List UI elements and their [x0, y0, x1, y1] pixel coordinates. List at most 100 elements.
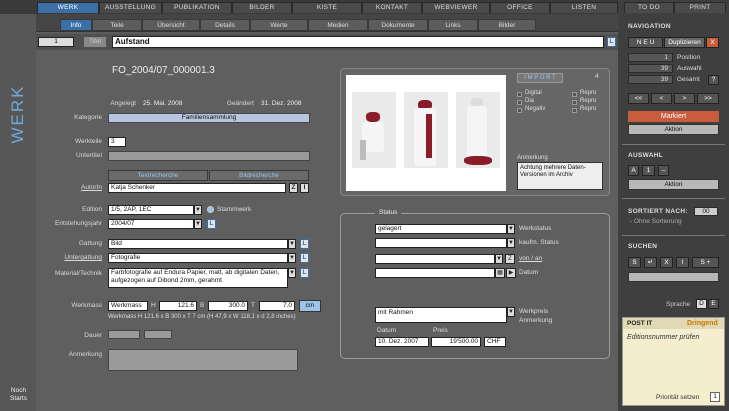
repro-3-checkbox[interactable]: [572, 108, 577, 113]
lang-d-button[interactable]: D: [696, 299, 707, 309]
auswahl-aktion-button[interactable]: Aktion: [628, 179, 719, 190]
search-input[interactable]: [628, 272, 719, 282]
preview-image[interactable]: [346, 75, 506, 191]
edition-field[interactable]: 1/5, 2AP, 1EC: [108, 205, 194, 215]
title-field[interactable]: Aufstand: [112, 36, 604, 48]
werkstatus-dropdown[interactable]: ▼: [507, 224, 515, 234]
calendar-icon[interactable]: ▦: [495, 268, 505, 278]
dauer-field-1[interactable]: [108, 330, 140, 339]
subtab-bilder[interactable]: Bilder: [478, 19, 536, 31]
search-x-button[interactable]: X: [660, 257, 673, 268]
go-arrow-icon[interactable]: ▶: [506, 268, 516, 278]
tab-listen[interactable]: LISTEN: [550, 2, 618, 13]
stammwerk-radio[interactable]: [207, 206, 214, 213]
entstehung-field[interactable]: 2004/07: [108, 219, 194, 229]
untergattung-dropdown[interactable]: ▼: [288, 253, 296, 263]
status-datum-field[interactable]: [375, 268, 495, 278]
search-i-button[interactable]: I: [676, 257, 689, 268]
tab-werk[interactable]: WERK: [37, 2, 99, 13]
kaufm-status-dropdown[interactable]: ▼: [507, 238, 515, 248]
import-button[interactable]: I M P O R T: [517, 73, 563, 83]
kaufm-status-field[interactable]: [375, 238, 507, 248]
werkmass-type-field[interactable]: Werkmass: [108, 301, 148, 311]
priority-field[interactable]: 1: [710, 392, 720, 402]
tab-print[interactable]: PRINT: [674, 2, 726, 13]
sort-field[interactable]: 00: [694, 207, 718, 216]
entstehung-lookup-button[interactable]: L: [207, 219, 216, 229]
auswahl-1-button[interactable]: 1: [642, 165, 655, 176]
entstehung-dropdown[interactable]: ▼: [194, 219, 202, 229]
gattung-dropdown[interactable]: ▼: [288, 239, 296, 249]
next-record-button[interactable]: >: [674, 93, 695, 104]
textrecherche-button[interactable]: Textrecherche: [108, 170, 208, 181]
material-lookup-button[interactable]: L: [300, 268, 309, 278]
untergattung-field[interactable]: Fotografie: [108, 253, 288, 263]
tab-kiste[interactable]: KISTE: [292, 2, 362, 13]
tab-bilder[interactable]: BILDER: [232, 2, 292, 13]
tab-ausstellung[interactable]: AUSSTELLUNG: [99, 2, 162, 13]
nav-aktion-button[interactable]: Aktion: [628, 124, 719, 135]
repro-2-checkbox[interactable]: [572, 100, 577, 105]
subtab-uebersicht[interactable]: Übersicht: [142, 19, 200, 31]
auswahl-a-button[interactable]: A: [628, 165, 639, 176]
markiert-toggle[interactable]: Markiert: [628, 111, 719, 122]
search-s-button[interactable]: S: [628, 257, 641, 268]
help-button[interactable]: ?: [708, 75, 719, 85]
werkstatus-field[interactable]: gelagert: [375, 224, 507, 234]
subtab-medien[interactable]: Medien: [308, 19, 368, 31]
subtab-links[interactable]: Links: [428, 19, 478, 31]
first-record-button[interactable]: <<: [628, 93, 649, 104]
werkteile-field[interactable]: 3: [108, 137, 126, 147]
untertitel-field[interactable]: [108, 151, 310, 161]
unit-button[interactable]: cm: [299, 300, 321, 312]
vonan-label[interactable]: von / an: [519, 255, 542, 262]
vonan-z-button[interactable]: Z: [505, 254, 515, 264]
autorin-field[interactable]: Katja Schenker: [108, 183, 286, 193]
post-it-text[interactable]: Editionsnummer prüfen: [627, 334, 722, 341]
record-number[interactable]: 1: [38, 37, 74, 47]
rahmen-dropdown[interactable]: ▼: [507, 307, 515, 317]
search-enter-button[interactable]: ↵: [644, 257, 657, 268]
gattung-field[interactable]: Bild: [108, 239, 288, 249]
currency-field[interactable]: CHF: [484, 337, 506, 347]
search-splus-button[interactable]: S +: [692, 257, 719, 268]
subtab-details[interactable]: Details: [200, 19, 250, 31]
gattung-lookup-button[interactable]: L: [300, 239, 309, 249]
prev-record-button[interactable]: <: [651, 93, 672, 104]
auswahl-minus-button[interactable]: –: [658, 165, 669, 176]
preis-datum-field[interactable]: 10. Dez. 2007: [375, 337, 429, 347]
vonan-dropdown[interactable]: ▼: [495, 254, 503, 264]
autorin-label[interactable]: AutorIn: [36, 184, 102, 191]
subtab-dokumente[interactable]: Dokumente: [368, 19, 428, 31]
bildrecherche-button[interactable]: Bildrecherche: [209, 170, 309, 181]
b-field[interactable]: 300.0: [208, 301, 248, 311]
autorin-i-button[interactable]: I: [300, 183, 309, 193]
tab-webviewer[interactable]: WEBVIEWER: [422, 2, 490, 13]
autorin-z-button[interactable]: Z: [289, 183, 298, 193]
new-button[interactable]: N E U: [628, 37, 663, 48]
lang-e-button[interactable]: E: [708, 299, 719, 309]
negativ-checkbox[interactable]: [517, 108, 522, 113]
preis-field[interactable]: 19'500.00: [431, 337, 481, 347]
title-lookup-button[interactable]: L: [607, 37, 616, 47]
untergattung-lookup-button[interactable]: L: [300, 253, 309, 263]
subtab-werte[interactable]: Werte: [250, 19, 308, 31]
position-field[interactable]: 1: [628, 53, 673, 62]
edition-dropdown[interactable]: ▼: [194, 205, 202, 215]
subtab-teile[interactable]: Teile: [92, 19, 142, 31]
image-anmerkung-field[interactable]: Achtung mehrere Daten-Versionen im Archi…: [517, 162, 603, 190]
delete-button[interactable]: X: [706, 37, 719, 48]
tab-todo[interactable]: TO DO: [624, 2, 674, 13]
duplicate-button[interactable]: Duplizieren: [664, 37, 705, 48]
untergattung-label[interactable]: Untergattung: [36, 254, 102, 261]
tab-office[interactable]: OFFICE: [490, 2, 550, 13]
dia-checkbox[interactable]: [517, 100, 522, 105]
dauer-field-2[interactable]: [144, 330, 172, 339]
rahmen-field[interactable]: mit Rahmen: [375, 307, 507, 323]
anmerkung-field[interactable]: [108, 349, 298, 371]
kategorie-field[interactable]: Familiensammlung: [108, 113, 310, 123]
h-field[interactable]: 121.6: [159, 301, 197, 311]
t-field[interactable]: 7.0: [259, 301, 295, 311]
subtab-info[interactable]: Info: [60, 19, 92, 31]
vonan-field[interactable]: [375, 254, 495, 264]
